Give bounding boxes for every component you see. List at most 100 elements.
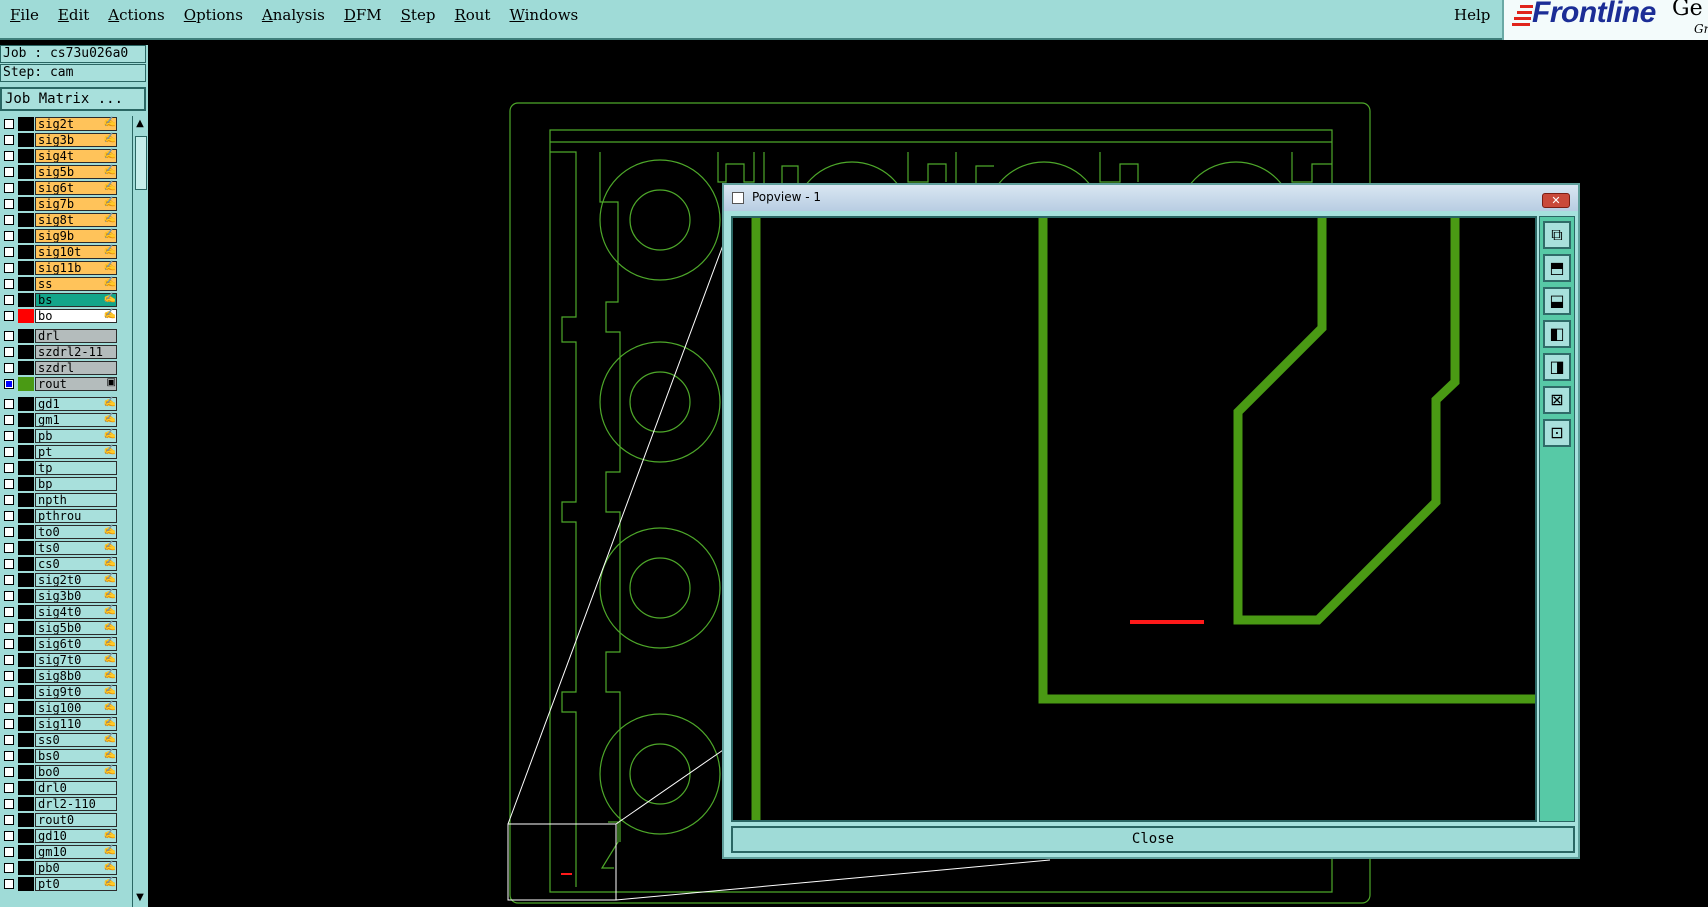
layer-checkbox[interactable] xyxy=(4,183,14,193)
scroll-thumb[interactable] xyxy=(135,136,147,190)
layer-row[interactable]: gd1 ✍ xyxy=(0,396,120,412)
layer-checkbox[interactable] xyxy=(4,639,14,649)
layer-color-swatch[interactable] xyxy=(18,165,34,179)
layer-checkbox[interactable] xyxy=(4,655,14,665)
zoom-home-icon[interactable]: ⧉ xyxy=(1543,221,1571,249)
layer-checkbox[interactable] xyxy=(4,511,14,521)
layer-checkbox[interactable] xyxy=(4,783,14,793)
zoom-up-icon[interactable]: ⬒ xyxy=(1543,254,1571,282)
layer-row[interactable]: pb ✍ xyxy=(0,428,120,444)
layer-row[interactable]: sig6t0 ✍ xyxy=(0,636,120,652)
layer-name[interactable]: drl2-110 xyxy=(35,797,117,811)
layer-checkbox[interactable] xyxy=(4,495,14,505)
layer-color-swatch[interactable] xyxy=(18,541,34,555)
layer-checkbox[interactable] xyxy=(4,447,14,457)
menu-windows[interactable]: Windows xyxy=(509,6,578,24)
layer-color-swatch[interactable] xyxy=(18,309,34,323)
layer-color-swatch[interactable] xyxy=(18,573,34,587)
layer-checkbox[interactable] xyxy=(4,279,14,289)
layer-color-swatch[interactable] xyxy=(18,245,34,259)
layer-row[interactable]: sig6t ✍ xyxy=(0,180,120,196)
layer-checkbox[interactable] xyxy=(4,879,14,889)
layer-name[interactable]: drl xyxy=(35,329,117,343)
layer-color-swatch[interactable] xyxy=(18,445,34,459)
layer-checkbox[interactable] xyxy=(4,379,14,389)
layer-checkbox[interactable] xyxy=(4,431,14,441)
layer-checkbox[interactable] xyxy=(4,623,14,633)
layer-checkbox[interactable] xyxy=(4,831,14,841)
layer-color-swatch[interactable] xyxy=(18,701,34,715)
layer-row[interactable]: sig7b ✍ xyxy=(0,196,120,212)
layer-checkbox[interactable] xyxy=(4,751,14,761)
layer-checkbox[interactable] xyxy=(4,703,14,713)
layer-checkbox[interactable] xyxy=(4,479,14,489)
menu-options[interactable]: Options xyxy=(184,6,243,24)
menu-dfm[interactable]: DFM xyxy=(344,6,382,24)
close-button[interactable]: Close xyxy=(731,826,1575,853)
layer-checkbox[interactable] xyxy=(4,463,14,473)
layer-row[interactable]: sig110 ✍ xyxy=(0,716,120,732)
layer-checkbox[interactable] xyxy=(4,311,14,321)
layer-checkbox[interactable] xyxy=(4,815,14,825)
layer-color-swatch[interactable] xyxy=(18,397,34,411)
layer-row[interactable]: sig8b0 ✍ xyxy=(0,668,120,684)
layer-checkbox[interactable] xyxy=(4,687,14,697)
layer-checkbox[interactable] xyxy=(4,559,14,569)
layer-row[interactable]: bp xyxy=(0,476,120,492)
layer-color-swatch[interactable] xyxy=(18,797,34,811)
layer-color-swatch[interactable] xyxy=(18,377,34,391)
layer-color-swatch[interactable] xyxy=(18,149,34,163)
layer-color-swatch[interactable] xyxy=(18,277,34,291)
layer-color-swatch[interactable] xyxy=(18,749,34,763)
menu-edit[interactable]: Edit xyxy=(58,6,89,24)
layer-name[interactable]: pthrou xyxy=(35,509,117,523)
zoom-out-icon[interactable]: ⊡ xyxy=(1543,419,1571,447)
layer-scrollbar[interactable]: ▲ ▼ xyxy=(132,116,148,907)
layer-row[interactable]: sig9t0 ✍ xyxy=(0,684,120,700)
layer-color-swatch[interactable] xyxy=(18,213,34,227)
layer-color-swatch[interactable] xyxy=(18,117,34,131)
layer-color-swatch[interactable] xyxy=(18,637,34,651)
layer-color-swatch[interactable] xyxy=(18,261,34,275)
menu-step[interactable]: Step xyxy=(401,6,436,24)
layer-row[interactable]: bs0 ✍ xyxy=(0,748,120,764)
scroll-up-icon[interactable]: ▲ xyxy=(134,118,146,130)
layer-color-swatch[interactable] xyxy=(18,361,34,375)
layer-color-swatch[interactable] xyxy=(18,413,34,427)
layer-row[interactable]: bo0 ✍ xyxy=(0,764,120,780)
layer-row[interactable]: sig10t ✍ xyxy=(0,244,120,260)
layer-color-swatch[interactable] xyxy=(18,845,34,859)
layer-row[interactable]: rout ▣ xyxy=(0,376,120,392)
layer-row[interactable]: to0 ✍ xyxy=(0,524,120,540)
layer-color-swatch[interactable] xyxy=(18,781,34,795)
layer-checkbox[interactable] xyxy=(4,719,14,729)
layer-checkbox[interactable] xyxy=(4,767,14,777)
layer-row[interactable]: cs0 ✍ xyxy=(0,556,120,572)
layer-color-swatch[interactable] xyxy=(18,733,34,747)
layer-row[interactable]: ss ✍ xyxy=(0,276,120,292)
layer-color-swatch[interactable] xyxy=(18,685,34,699)
layer-row[interactable]: gm10 ✍ xyxy=(0,844,120,860)
layer-name[interactable]: tp xyxy=(35,461,117,475)
layer-checkbox[interactable] xyxy=(4,527,14,537)
layer-color-swatch[interactable] xyxy=(18,525,34,539)
layer-checkbox[interactable] xyxy=(4,415,14,425)
menu-analysis[interactable]: Analysis xyxy=(262,6,325,24)
layer-row[interactable]: ts0 ✍ xyxy=(0,540,120,556)
layer-name[interactable]: rout0 xyxy=(35,813,117,827)
layer-row[interactable]: pb0 ✍ xyxy=(0,860,120,876)
layer-row[interactable]: tp xyxy=(0,460,120,476)
layer-checkbox[interactable] xyxy=(4,347,14,357)
layer-row[interactable]: sig9b ✍ xyxy=(0,228,120,244)
layer-checkbox[interactable] xyxy=(4,247,14,257)
layer-row[interactable]: npth xyxy=(0,492,120,508)
layer-color-swatch[interactable] xyxy=(18,181,34,195)
layer-row[interactable]: sig100 ✍ xyxy=(0,700,120,716)
layer-color-swatch[interactable] xyxy=(18,293,34,307)
layer-row[interactable]: sig11b ✍ xyxy=(0,260,120,276)
layer-row[interactable]: sig5b ✍ xyxy=(0,164,120,180)
layer-row[interactable]: pt ✍ xyxy=(0,444,120,460)
layer-checkbox[interactable] xyxy=(4,199,14,209)
zoom-in-icon[interactable]: ⊠ xyxy=(1543,386,1571,414)
layer-row[interactable]: drl xyxy=(0,328,120,344)
